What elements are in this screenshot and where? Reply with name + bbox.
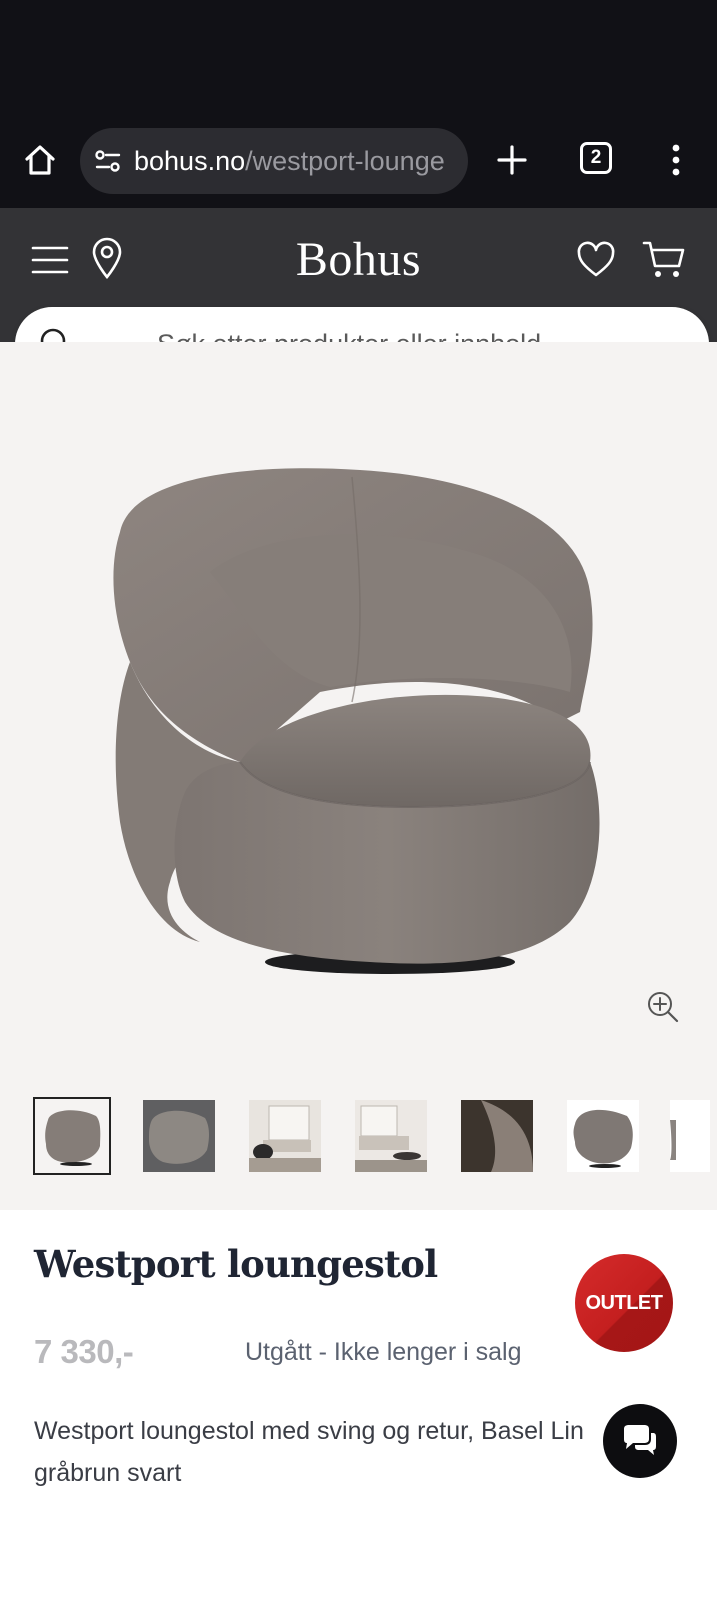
outlet-badge: OUTLET xyxy=(575,1254,673,1352)
thumbnail-image xyxy=(461,1100,533,1172)
tab-count: 2 xyxy=(590,147,602,168)
thumbnail-image xyxy=(143,1100,215,1172)
product-description: Westport loungestol med sving og retur, … xyxy=(34,1417,584,1487)
thumbnail-image xyxy=(36,1100,108,1172)
cart-button[interactable] xyxy=(642,238,686,280)
url-path: /westport-lounge xyxy=(245,145,445,176)
cart-icon xyxy=(642,241,685,277)
product-gallery xyxy=(0,342,717,1210)
product-price: 7 330,- xyxy=(34,1333,134,1370)
chat-icon xyxy=(624,1425,656,1455)
heart-icon xyxy=(577,241,615,277)
more-vert-icon xyxy=(672,144,680,176)
thumbnail-4[interactable] xyxy=(352,1097,430,1175)
chat-button[interactable] xyxy=(603,1404,677,1478)
thumbnail-5[interactable] xyxy=(458,1097,536,1175)
thumbnail-2[interactable] xyxy=(140,1097,218,1175)
thumbnail-image xyxy=(567,1100,639,1172)
site-settings-icon[interactable] xyxy=(94,147,122,175)
tab-switcher-button[interactable]: 2 xyxy=(580,142,612,174)
system-status-bar xyxy=(0,0,717,124)
url-domain: bohus.no xyxy=(134,145,246,176)
wishlist-button[interactable] xyxy=(576,240,616,280)
url-text: bohus.no/westport-lounge xyxy=(134,146,445,177)
home-icon xyxy=(25,145,55,175)
browser-toolbar: bohus.no/westport-lounge 2 xyxy=(0,124,717,208)
plus-icon xyxy=(497,145,527,175)
thumbnail-3[interactable] xyxy=(246,1097,324,1175)
description-container: Westport loungestol med sving og retur, … xyxy=(34,1410,674,1500)
thumbnail-image xyxy=(249,1100,321,1172)
zoom-icon[interactable] xyxy=(646,990,680,1024)
address-bar[interactable]: bohus.no/westport-lounge xyxy=(80,128,468,194)
product-title: Westport loungestol xyxy=(34,1242,438,1286)
home-button[interactable] xyxy=(20,140,60,180)
thumbnail-image xyxy=(670,1100,710,1172)
product-image[interactable] xyxy=(90,462,630,1002)
new-tab-button[interactable] xyxy=(492,140,532,180)
thumbnail-1[interactable] xyxy=(33,1097,111,1175)
browser-menu-button[interactable] xyxy=(666,140,686,180)
availability-status: Utgått - Ikke lenger i salg xyxy=(245,1338,522,1366)
thumbnail-image xyxy=(355,1100,427,1172)
thumbnail-6[interactable] xyxy=(564,1097,642,1175)
thumbnail-7[interactable] xyxy=(670,1097,710,1175)
thumbnail-strip xyxy=(33,1097,717,1177)
